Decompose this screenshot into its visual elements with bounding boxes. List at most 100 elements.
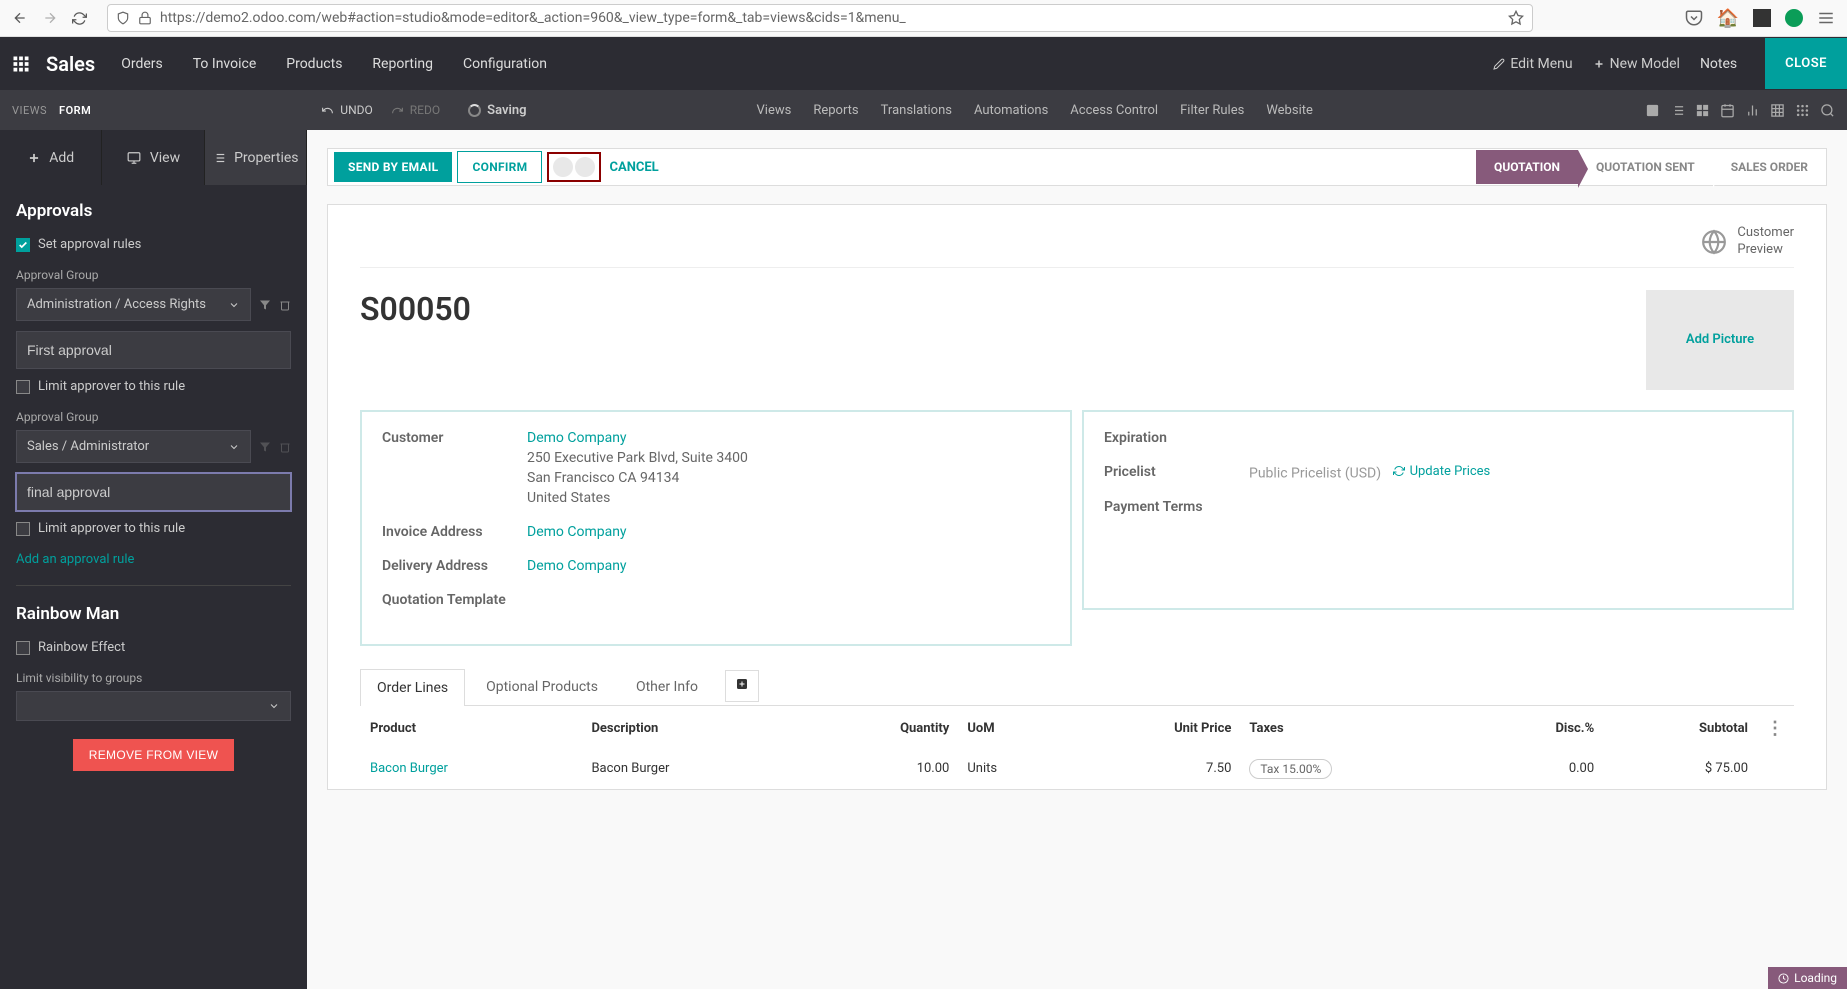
- check-icon: [18, 240, 28, 250]
- sidebar: Add View Properties Approvals Set approv…: [0, 130, 307, 989]
- stage-sales-order[interactable]: SALES ORDER: [1713, 150, 1826, 184]
- limit-approver-checkbox-2[interactable]: [16, 522, 30, 536]
- new-model-button[interactable]: New Model: [1593, 56, 1680, 72]
- view-form-icon[interactable]: [1645, 103, 1660, 118]
- customer-addr3: United States: [527, 490, 1050, 506]
- pocket-icon[interactable]: [1685, 9, 1703, 27]
- ext-icon-3[interactable]: [1785, 9, 1803, 27]
- menu-translations[interactable]: Translations: [881, 103, 952, 118]
- set-approval-rules-label: Set approval rules: [38, 237, 141, 252]
- view-calendar-icon[interactable]: [1720, 103, 1735, 118]
- rule1-description-input[interactable]: [16, 331, 291, 369]
- th-product: Product: [362, 708, 581, 749]
- forward-icon[interactable]: [42, 10, 58, 26]
- clock-icon: [1778, 973, 1789, 984]
- undo-icon: [321, 104, 334, 117]
- view-gantt-icon[interactable]: [1745, 103, 1760, 118]
- add-tab-button[interactable]: [725, 670, 759, 702]
- menu-automations[interactable]: Automations: [974, 103, 1048, 118]
- close-button[interactable]: CLOSE: [1765, 38, 1847, 89]
- nav-reporting[interactable]: Reporting: [372, 56, 433, 72]
- limit-approver-checkbox-1[interactable]: [16, 380, 30, 394]
- confirm-button[interactable]: CONFIRM: [457, 151, 542, 183]
- menu-reports[interactable]: Reports: [813, 103, 858, 118]
- url-bar[interactable]: https://demo2.odoo.com/web#action=studio…: [107, 4, 1533, 32]
- globe-icon: [1701, 229, 1727, 255]
- view-list-icon[interactable]: [1670, 103, 1685, 118]
- customer-link[interactable]: Demo Company: [527, 430, 1050, 446]
- nav-products[interactable]: Products: [286, 56, 342, 72]
- invoice-label: Invoice Address: [382, 524, 527, 540]
- menu-views[interactable]: Views: [757, 103, 792, 118]
- trash-icon[interactable]: [279, 441, 291, 453]
- ext-icon-2[interactable]: [1753, 9, 1771, 27]
- form-editor: SEND BY EMAIL CONFIRM CANCEL QUOTATION Q…: [307, 130, 1847, 989]
- reload-icon[interactable]: [72, 11, 87, 26]
- row-tax-chip: Tax 15.00%: [1249, 759, 1332, 779]
- tab-add[interactable]: Add: [0, 130, 102, 185]
- edit-menu-button[interactable]: Edit Menu: [1493, 56, 1572, 72]
- search-icon[interactable]: [1820, 103, 1835, 118]
- th-uom: UoM: [959, 708, 1066, 749]
- menu-access-control[interactable]: Access Control: [1070, 103, 1158, 118]
- ext-icon-1[interactable]: 🏠: [1717, 8, 1739, 29]
- approval-group-select-2[interactable]: Sales / Administrator: [16, 430, 251, 463]
- approval-group-label-2: Approval Group: [16, 410, 291, 424]
- update-prices-button[interactable]: Update Prices: [1393, 464, 1491, 479]
- approval-group-select-1[interactable]: Administration / Access Rights: [16, 288, 251, 321]
- add-picture-button[interactable]: Add Picture: [1646, 290, 1794, 390]
- limit-groups-label: Limit visibility to groups: [16, 671, 291, 685]
- menu-website[interactable]: Website: [1266, 103, 1313, 118]
- divider: [16, 585, 291, 586]
- payment-label: Payment Terms: [1104, 499, 1249, 515]
- plus-square-icon: [736, 678, 748, 690]
- invoice-link[interactable]: Demo Company: [527, 524, 627, 540]
- pencil-icon: [1493, 58, 1505, 70]
- menu-filter-rules[interactable]: Filter Rules: [1180, 103, 1244, 118]
- nav-to-invoice[interactable]: To Invoice: [193, 56, 257, 72]
- delivery-link[interactable]: Demo Company: [527, 558, 627, 574]
- limit-groups-select[interactable]: [16, 691, 291, 721]
- notes-button[interactable]: Notes: [1700, 56, 1737, 72]
- rainbow-effect-checkbox[interactable]: [16, 641, 30, 655]
- left-column: Customer Demo Company 250 Executive Park…: [360, 410, 1072, 646]
- remove-from-view-button[interactable]: REMOVE FROM VIEW: [73, 739, 234, 771]
- view-grid-icon[interactable]: [1795, 103, 1810, 118]
- view-pivot-icon[interactable]: [1770, 103, 1785, 118]
- app-name[interactable]: Sales: [46, 52, 95, 76]
- filter-icon[interactable]: [259, 441, 271, 453]
- row-product[interactable]: Bacon Burger: [370, 761, 448, 776]
- rule2-description-input[interactable]: [16, 473, 291, 511]
- rainbow-title: Rainbow Man: [16, 604, 291, 624]
- set-approval-rules-checkbox[interactable]: [16, 238, 30, 252]
- th-unitprice: Unit Price: [1068, 708, 1239, 749]
- filter-icon[interactable]: [259, 299, 271, 311]
- stage-quotation-sent[interactable]: QUOTATION SENT: [1578, 150, 1713, 184]
- trash-icon[interactable]: [279, 299, 291, 311]
- approval-avatars-highlight[interactable]: [547, 152, 601, 182]
- stage-quotation[interactable]: QUOTATION: [1476, 150, 1578, 184]
- undo-button[interactable]: UNDO: [321, 103, 372, 117]
- nav-orders[interactable]: Orders: [121, 56, 163, 72]
- row-uom: Units: [959, 751, 1066, 787]
- nav-configuration[interactable]: Configuration: [463, 56, 547, 72]
- hamburger-icon[interactable]: [1817, 9, 1835, 27]
- redo-button: REDO: [391, 103, 440, 117]
- row-disc: 0.00: [1474, 751, 1602, 787]
- add-approval-rule-link[interactable]: Add an approval rule: [16, 552, 291, 567]
- cancel-button[interactable]: CANCEL: [609, 160, 658, 175]
- tab-order-lines[interactable]: Order Lines: [360, 669, 465, 706]
- back-icon[interactable]: [12, 10, 28, 26]
- kebab-icon[interactable]: ⋮: [1766, 718, 1784, 739]
- views-breadcrumb[interactable]: VIEWS: [12, 104, 47, 117]
- view-kanban-icon[interactable]: [1695, 103, 1710, 118]
- tab-other-info[interactable]: Other Info: [619, 668, 715, 705]
- customer-preview-button[interactable]: Customer Preview: [1701, 225, 1794, 259]
- apps-grid-icon[interactable]: [12, 55, 30, 73]
- table-row[interactable]: Bacon Burger Bacon Burger 10.00 Units 7.…: [362, 751, 1792, 787]
- bookmark-star-icon[interactable]: [1508, 10, 1524, 26]
- tab-optional-products[interactable]: Optional Products: [469, 668, 615, 705]
- tab-view[interactable]: View: [102, 130, 204, 185]
- tab-properties[interactable]: Properties: [205, 130, 307, 185]
- send-by-email-button[interactable]: SEND BY EMAIL: [334, 152, 452, 182]
